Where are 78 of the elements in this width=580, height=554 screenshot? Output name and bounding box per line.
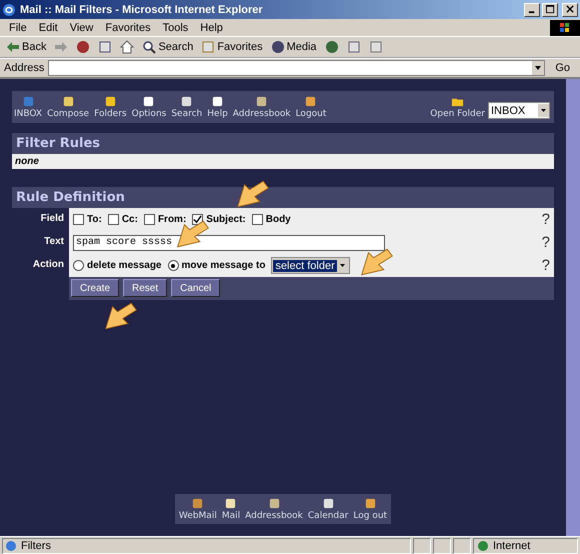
browser-logo-icon bbox=[2, 2, 16, 16]
search-button[interactable]: Search bbox=[140, 40, 196, 54]
checkbox-label[interactable]: Cc: bbox=[122, 214, 138, 225]
checkmark-icon bbox=[193, 215, 202, 224]
address-field[interactable] bbox=[48, 60, 546, 76]
nav-search-link[interactable]: Search bbox=[171, 95, 202, 119]
maximize-button[interactable] bbox=[542, 2, 558, 16]
minimize-button[interactable] bbox=[524, 2, 540, 16]
help-link[interactable]: ? bbox=[542, 211, 550, 228]
action-label: Action bbox=[32, 258, 65, 272]
form-button[interactable]: Create bbox=[71, 279, 120, 297]
open-folder-link[interactable]: Open Folder bbox=[430, 95, 485, 119]
status-text: Filters bbox=[2, 538, 411, 554]
radio-label[interactable]: move message to bbox=[182, 260, 266, 271]
forward-icon bbox=[54, 40, 68, 54]
status-pane bbox=[433, 538, 451, 554]
checkbox-label[interactable]: Body bbox=[266, 214, 291, 225]
section-header: Filter Rules bbox=[12, 133, 554, 154]
menu-item[interactable]: Favorites bbox=[100, 22, 156, 34]
checkbox[interactable] bbox=[192, 214, 204, 225]
nav-compose-link[interactable]: Compose bbox=[47, 95, 90, 119]
form-button[interactable]: Reset bbox=[123, 279, 168, 297]
nav-options-link[interactable]: Options bbox=[132, 95, 166, 119]
menu-item[interactable]: Edit bbox=[34, 22, 63, 34]
help-link[interactable]: ? bbox=[542, 234, 550, 251]
checkbox[interactable] bbox=[73, 214, 84, 225]
radio-button[interactable] bbox=[168, 260, 178, 271]
home-button[interactable] bbox=[118, 40, 136, 54]
go-button[interactable]: Go bbox=[549, 62, 576, 74]
maximize-icon bbox=[546, 5, 554, 14]
back-icon bbox=[6, 40, 20, 54]
menu-item[interactable]: File bbox=[4, 22, 32, 34]
nav-addressbook-link[interactable]: Addressbook bbox=[232, 95, 291, 119]
nav-help-link[interactable]: Help bbox=[207, 95, 228, 119]
checkbox[interactable] bbox=[252, 214, 263, 225]
bottom-addressbook-link[interactable]: Addressbook bbox=[245, 497, 303, 521]
media-button[interactable]: Media bbox=[268, 40, 319, 54]
callout-arrow bbox=[360, 247, 394, 277]
section-header: Rule Definition bbox=[12, 187, 554, 208]
callout-arrow bbox=[104, 301, 138, 331]
menu-item[interactable]: Tools bbox=[158, 22, 194, 34]
text-label: Text bbox=[43, 235, 65, 249]
radio-label[interactable]: delete message bbox=[87, 260, 162, 271]
callout-arrow bbox=[236, 179, 270, 209]
checkbox-label[interactable]: To: bbox=[87, 214, 102, 225]
radio-button[interactable] bbox=[73, 260, 84, 271]
windows-logo-icon bbox=[550, 20, 580, 36]
form-button[interactable]: Cancel bbox=[171, 279, 220, 297]
nav-folders-link[interactable]: Folders bbox=[94, 95, 127, 119]
help-link[interactable]: ? bbox=[542, 257, 550, 274]
checkbox-label[interactable]: Subject: bbox=[206, 214, 246, 225]
bottom-home-link[interactable]: WebMail bbox=[178, 497, 217, 521]
bottom-calendar-link[interactable]: Calendar bbox=[308, 497, 348, 521]
stop-icon bbox=[76, 40, 90, 54]
bottom-logout-link[interactable]: Log out bbox=[353, 497, 388, 521]
checkbox-label[interactable]: From: bbox=[158, 214, 186, 225]
zone-indicator: Internet bbox=[473, 538, 578, 554]
nav-inbox-link[interactable]: INBOX bbox=[14, 95, 42, 119]
close-icon bbox=[566, 5, 574, 14]
back-button[interactable]: Back bbox=[4, 40, 48, 54]
menu-item[interactable]: View bbox=[64, 22, 98, 34]
status-pane bbox=[413, 538, 431, 554]
text-input[interactable]: spam score sssss bbox=[73, 234, 385, 250]
favorites-button[interactable]: Favorites bbox=[199, 40, 265, 54]
folder-select[interactable]: INBOX bbox=[488, 102, 550, 119]
menu-item[interactable]: Help bbox=[195, 22, 228, 34]
checkbox[interactable] bbox=[108, 214, 119, 225]
window-title: Mail :: Mail Filters - Microsoft Internet Explorer bbox=[20, 4, 264, 16]
checkbox[interactable] bbox=[144, 214, 155, 225]
field-label: Field bbox=[40, 212, 65, 226]
scrollbar[interactable] bbox=[566, 79, 580, 536]
rule-list-item: none bbox=[14, 155, 40, 169]
nav-logout-link[interactable]: Logout bbox=[296, 95, 326, 119]
bottom-mail-link[interactable]: Mail bbox=[222, 497, 240, 521]
status-pane bbox=[453, 538, 471, 554]
close-button[interactable] bbox=[562, 2, 578, 16]
address-label: Address bbox=[4, 62, 44, 74]
folder-select[interactable]: select folder bbox=[271, 257, 350, 274]
